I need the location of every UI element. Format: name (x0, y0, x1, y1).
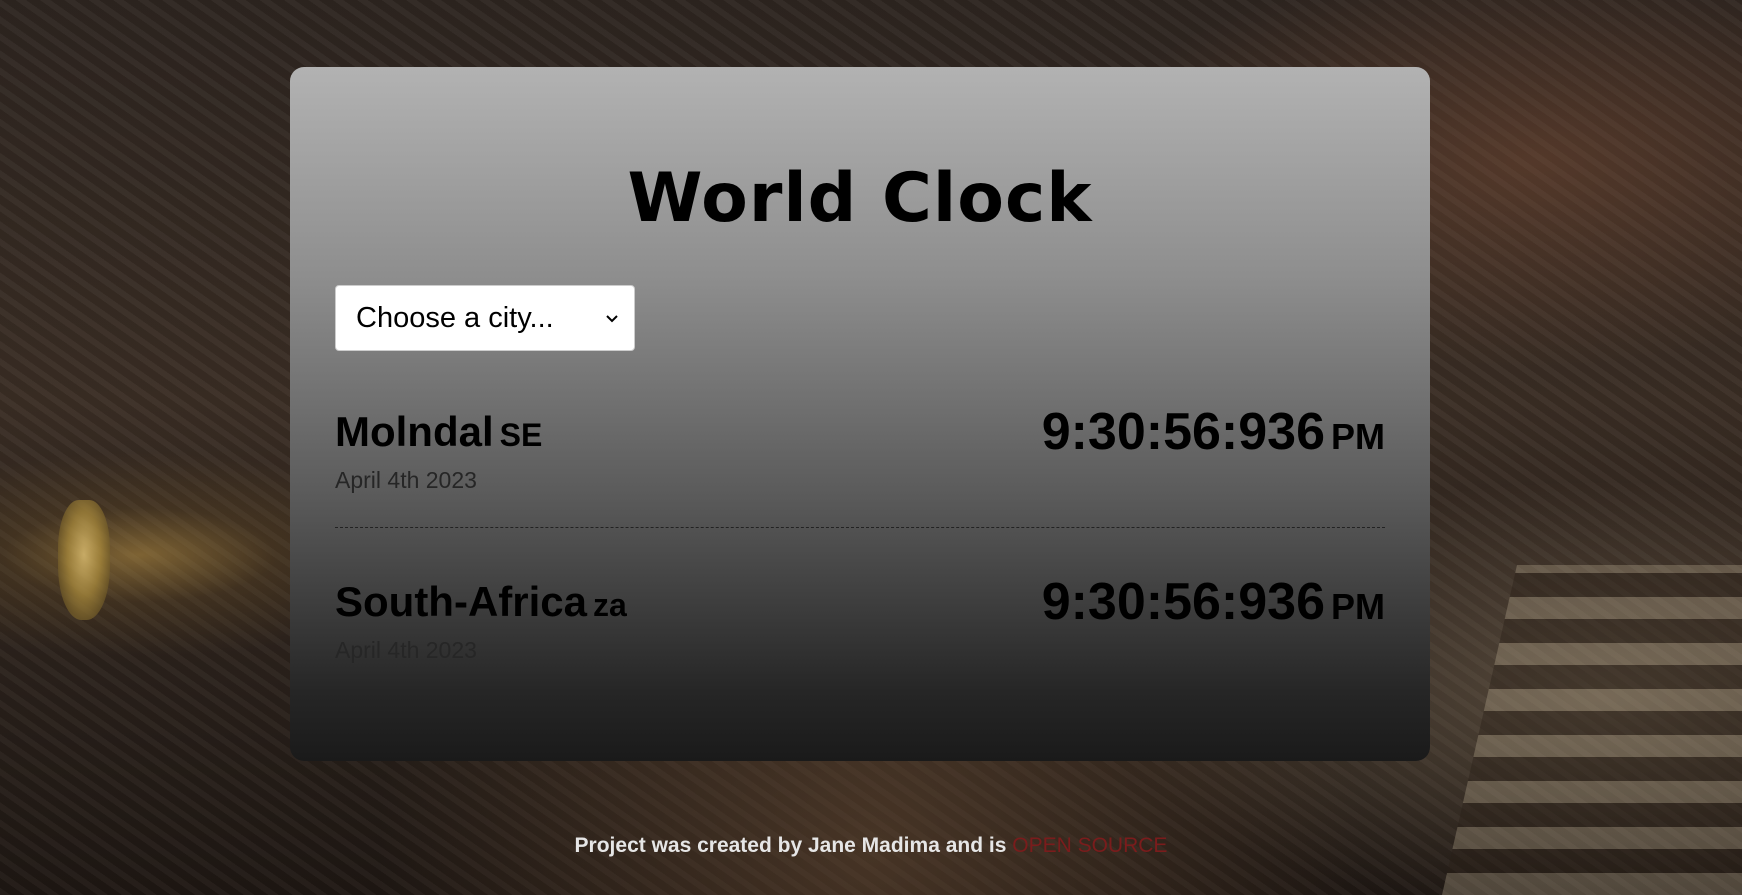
chevron-down-icon (606, 315, 618, 323)
city-time-ampm: PM (1331, 586, 1385, 627)
city-name: Molndal se (335, 407, 542, 457)
country-code: za (593, 587, 627, 623)
city-time-value: 9:30:56:936 (1041, 403, 1325, 461)
city-time: 9:30:56:936 PM (1042, 571, 1385, 633)
footer: Project was created by Jane Madima and i… (0, 834, 1742, 858)
city-time-ampm: PM (1331, 416, 1385, 457)
city-date: April 4th 2023 (335, 637, 477, 663)
city-select-value: Choose a city... (356, 301, 554, 334)
city-date: April 4th 2023 (335, 467, 477, 493)
page-title: World Clock (627, 159, 1093, 238)
footer-text: Project was created by Jane Madima and i… (574, 834, 1007, 857)
city-name-label: South-Africa (335, 578, 587, 625)
city-time: 9:30:56:936 PM (1042, 401, 1385, 463)
country-code: se (499, 417, 543, 453)
background-lantern (58, 500, 110, 620)
city-time-value: 9:30:56:936 (1041, 573, 1325, 631)
city-name-label: Molndal (335, 408, 494, 455)
world-clock-card: World Clock Choose a city... Molndal se A… (290, 67, 1430, 761)
city-select[interactable]: Choose a city... (335, 285, 635, 351)
open-source-link[interactable]: OPEN SOURCE (1012, 834, 1167, 857)
city-row-molndal: Molndal se April 4th 2023 9:30:56:936 PM (335, 403, 1385, 528)
city-row-south-africa: South-Africa za April 4th 2023 9:30:56:93… (335, 573, 1385, 697)
city-name: South-Africa za (335, 577, 627, 627)
